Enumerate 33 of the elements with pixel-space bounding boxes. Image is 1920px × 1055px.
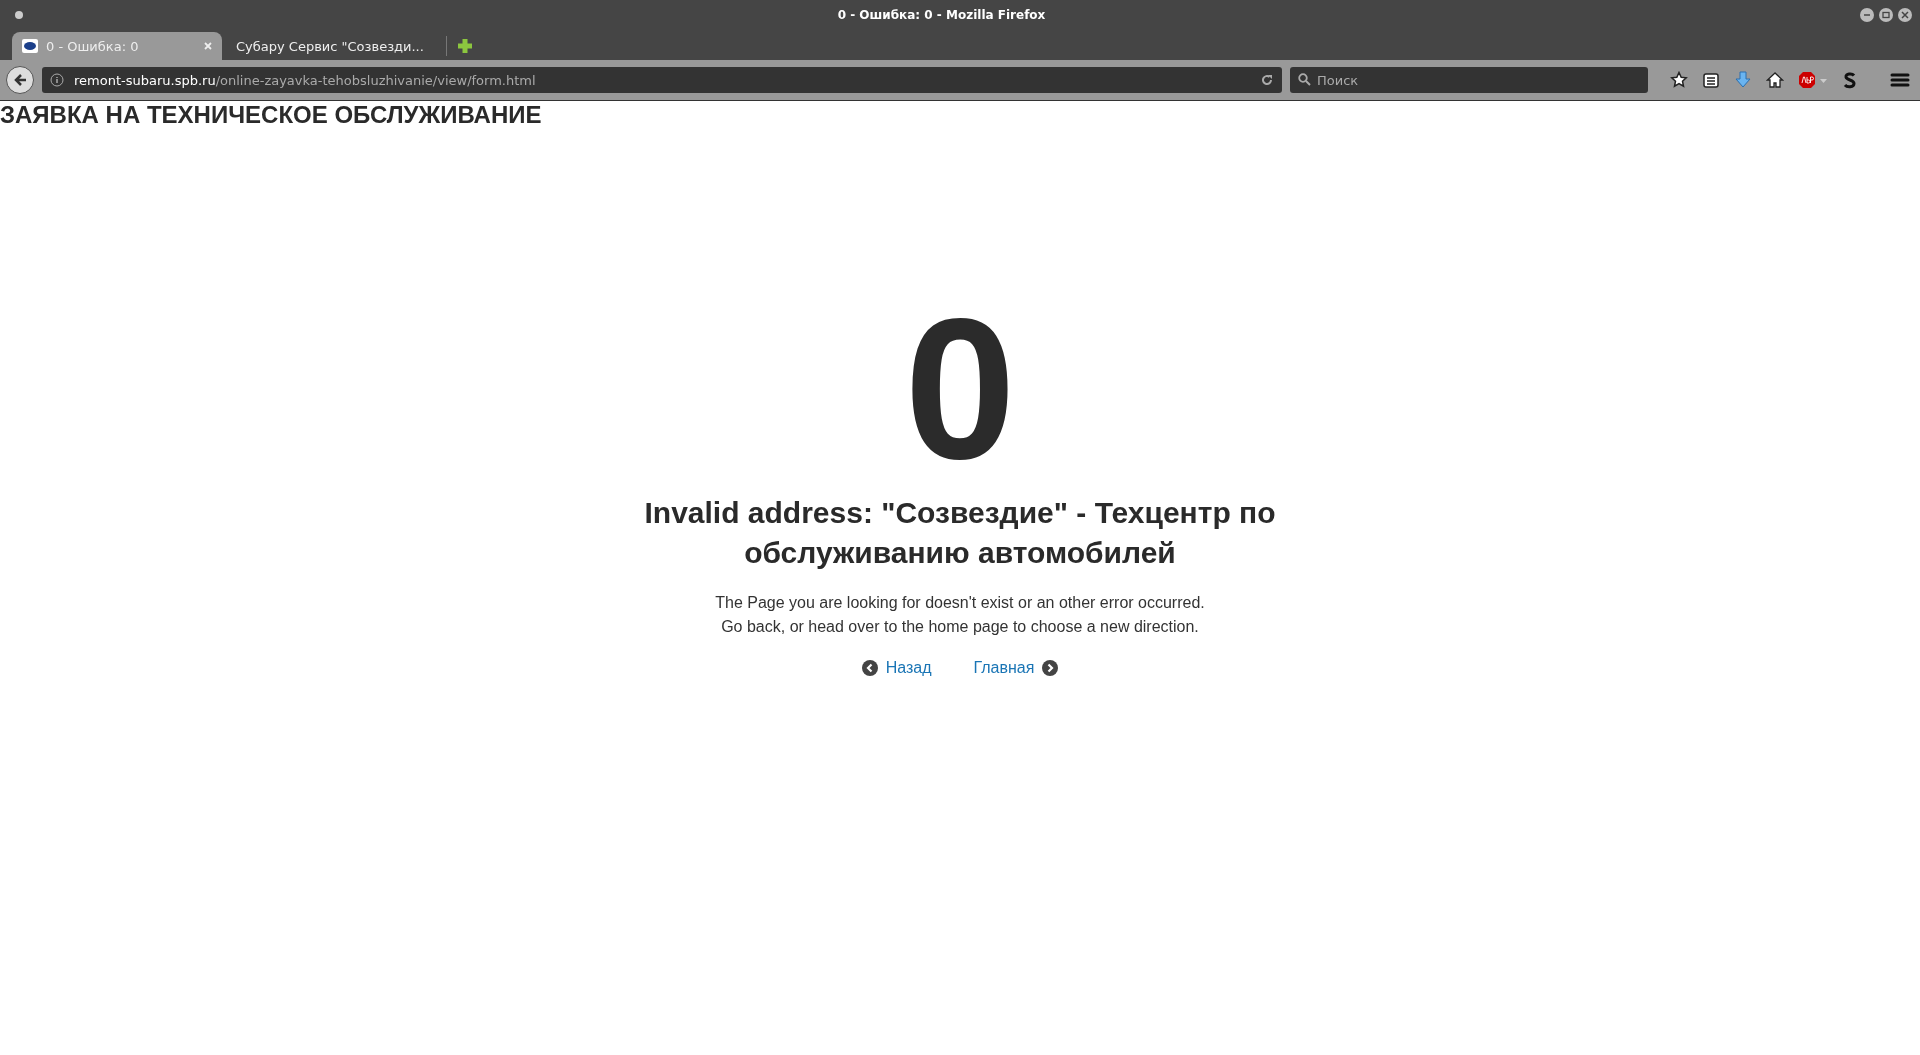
error-message: Go back, or head over to the home page to choose a new direction. [721, 617, 1199, 637]
maximize-icon [1882, 11, 1890, 19]
search-field[interactable]: Поиск [1290, 67, 1648, 93]
back-button[interactable] [6, 66, 34, 94]
close-icon [1901, 11, 1909, 19]
url-text: remont-subaru.spb.ru/online-zayavka-tehobsluzhivanie/view/form.html [74, 72, 537, 88]
back-arrow-icon [12, 72, 28, 88]
browser-tab[interactable]: Субару Сервис "Созвезди... [226, 32, 436, 60]
home-link[interactable]: Главная [973, 659, 1059, 677]
reload-icon[interactable] [1260, 73, 1274, 87]
menu-icon[interactable] [1890, 71, 1910, 89]
site-favicon-icon [22, 39, 38, 53]
reading-list-icon[interactable] [1702, 71, 1720, 89]
chevron-left-icon [861, 660, 878, 676]
home-icon[interactable] [1766, 71, 1784, 89]
error-title: Invalid address: "Созвездие" - Техцентр по обслуживанию автомобилей [643, 495, 1277, 571]
chevron-right-icon [1042, 660, 1059, 676]
info-icon[interactable] [50, 73, 64, 87]
bookmark-star-icon[interactable] [1670, 71, 1688, 89]
minimize-icon [1863, 11, 1871, 19]
page-heading: ЗАЯВКА НА ТЕХНИЧЕСКОЕ ОБСЛУЖИВАНИЕ [0, 101, 543, 129]
window-title: 0 - Ошибка: 0 - Mozilla Firefox [836, 8, 1047, 22]
back-link[interactable]: Назад [861, 659, 932, 677]
s-letter-icon[interactable] [1842, 71, 1858, 89]
minimize-button[interactable] [1860, 8, 1874, 22]
error-code: 0 [904, 289, 1016, 489]
adblock-icon[interactable] [1798, 71, 1828, 89]
maximize-button[interactable] [1879, 8, 1893, 22]
plus-icon[interactable] [457, 38, 473, 54]
window-menu-icon[interactable] [15, 11, 23, 19]
address-bar[interactable]: remont-subaru.spb.ru/online-zayavka-tehobsluzhivanie/view/form.html [42, 67, 1282, 93]
close-button[interactable] [1898, 8, 1912, 22]
error-message: The Page you are looking for doesn't exist or an other error occurred. [715, 593, 1205, 613]
